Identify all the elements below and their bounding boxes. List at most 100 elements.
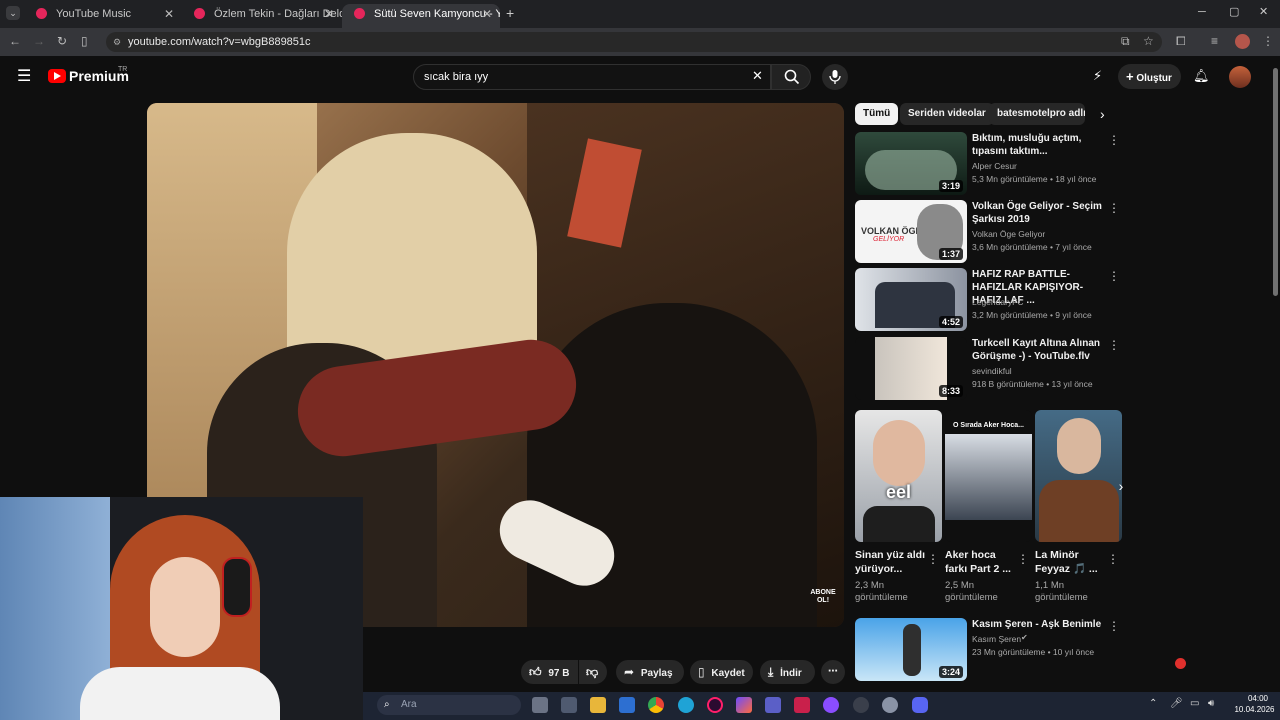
channel-name[interactable]: LegendaryFC <box>972 297 1024 307</box>
video-title[interactable]: Bıktım, musluğu açtım, tıpasını taktım..… <box>972 132 1108 158</box>
chips-next-icon[interactable]: › <box>1100 106 1105 122</box>
reload-icon[interactable]: ↻ <box>57 34 67 48</box>
clock-time[interactable]: 04:00 <box>1236 694 1280 703</box>
more-vert-icon[interactable]: ⋮ <box>1108 620 1120 632</box>
list-item[interactable]: 4:52 HAFIZ RAP BATTLE-HAFIZLAR KAPIŞIYOR… <box>855 268 1130 332</box>
reading-list-icon[interactable]: ≡ <box>1211 34 1218 48</box>
hamburger-menu-icon[interactable]: ☰ <box>17 69 31 85</box>
like-button[interactable]: 👍︎ 97 B <box>521 660 578 684</box>
back-icon[interactable]: ← <box>9 34 21 48</box>
subscribe-watermark[interactable]: ABONE OL! <box>807 589 839 605</box>
app-icon[interactable] <box>853 697 869 713</box>
install-icon[interactable]: ⧉ <box>1121 34 1130 48</box>
app-icon[interactable] <box>707 697 723 713</box>
tray-chevron-icon[interactable]: ⌃ <box>1149 698 1157 709</box>
short-title[interactable]: Sinan yüz aldı yürüyor... <box>855 548 929 576</box>
clear-search-icon[interactable]: ✕ <box>752 68 763 84</box>
scrollbar-thumb[interactable] <box>1273 68 1278 296</box>
more-vert-icon[interactable]: ⋮ <box>1108 134 1120 146</box>
chrome-icon[interactable] <box>648 697 664 713</box>
video-thumbnail[interactable]: VOLKAN ÖGE GELİYOR 1:37 <box>855 200 967 263</box>
channel-name[interactable]: Kasım Şeren <box>972 634 1021 644</box>
search-button[interactable] <box>771 64 811 90</box>
chip-series-videos[interactable]: Seriden videolar <box>900 103 994 125</box>
site-info-icon[interactable]: ⚙ <box>113 32 121 52</box>
short-thumbnail[interactable]: eel <box>855 410 942 542</box>
menu-icon[interactable]: ⋮ <box>1262 34 1274 48</box>
tab-youtube-music[interactable]: YouTube Music ✕ <box>24 4 182 28</box>
short-thumbnail[interactable]: O Sırada Aker Hoca... <box>945 410 1032 542</box>
sidebar-icon[interactable]: ▯ <box>81 34 88 48</box>
more-actions-button[interactable]: ⋯ <box>821 660 845 684</box>
chip-channel[interactable]: batesmotelpro adlı yü <box>989 103 1085 125</box>
channel-name[interactable]: Volkan Öge Geliyor <box>972 229 1045 239</box>
channel-name[interactable]: Alper Cesur <box>972 161 1017 171</box>
tray-network-icon[interactable]: ▭ <box>1190 698 1199 709</box>
clock-date[interactable]: 10.04.2026 <box>1229 705 1280 714</box>
more-vert-icon[interactable]: ⋮ <box>1108 339 1120 351</box>
close-tab-icon[interactable]: ✕ <box>164 4 174 24</box>
cast-icon[interactable]: ⚡ <box>1093 68 1102 84</box>
tray-volume-icon[interactable]: 🔊︎ <box>1208 698 1214 709</box>
bookmark-star-icon[interactable]: ☆ <box>1143 34 1154 48</box>
youtube-logo[interactable] <box>48 69 66 83</box>
shorts-next-icon[interactable]: › <box>1112 478 1130 500</box>
more-vert-icon[interactable]: ⋮ <box>1107 552 1119 566</box>
file-explorer-icon[interactable] <box>590 697 606 713</box>
channel-name[interactable]: sevindikful <box>972 366 1012 376</box>
app-icon[interactable] <box>823 697 839 713</box>
list-item[interactable]: VOLKAN ÖGE GELİYOR 1:37 Volkan Öge Geliy… <box>855 200 1130 264</box>
tab-sutu-seven-kamyoncu[interactable]: Sütü Seven Kamyoncu - YouTub ✕ <box>342 4 500 28</box>
share-button[interactable]: ➦ Paylaş <box>616 660 684 684</box>
list-item[interactable]: 3:19 Bıktım, musluğu açtım, tıpasını tak… <box>855 132 1130 196</box>
maximize-icon[interactable]: ▢ <box>1229 5 1239 18</box>
save-button[interactable]: ▯ Kaydet <box>690 660 753 684</box>
chip-all[interactable]: Tümü <box>855 103 899 125</box>
video-thumbnail[interactable]: 8:33 <box>855 337 967 400</box>
minimize-icon[interactable]: ─ <box>1198 6 1206 18</box>
short-title[interactable]: Aker hoca farkı Part 2 ... <box>945 548 1019 576</box>
discord-icon[interactable] <box>912 697 928 713</box>
more-vert-icon[interactable]: ⋮ <box>1017 552 1029 566</box>
tab-search-icon[interactable]: ⌄ <box>6 6 20 20</box>
close-tab-icon[interactable]: ✕ <box>482 4 492 24</box>
more-vert-icon[interactable]: ⋮ <box>927 552 939 566</box>
search-input[interactable]: sıcak bira ıyy <box>413 64 771 90</box>
store-icon[interactable] <box>619 697 635 713</box>
close-tab-icon[interactable]: ✕ <box>324 4 334 24</box>
list-item[interactable]: 3:24 Kasım Şeren - Aşk Benimle Kasım Şer… <box>855 618 1130 682</box>
widgets-icon[interactable] <box>561 697 577 713</box>
teams-icon[interactable] <box>765 697 781 713</box>
short-thumbnail[interactable] <box>1035 410 1122 542</box>
tab-ozlem-tekin[interactable]: Özlem Tekin - Dağları Deldim - ✕ <box>182 4 342 28</box>
task-view-icon[interactable] <box>532 697 548 713</box>
app-icon[interactable] <box>736 697 752 713</box>
app-icon[interactable] <box>794 697 810 713</box>
settings-icon[interactable] <box>882 697 898 713</box>
profile-avatar[interactable] <box>1235 34 1250 49</box>
download-button[interactable]: ⤓ İndir <box>760 660 815 684</box>
extensions-icon[interactable]: ⧠ <box>1176 34 1186 48</box>
edge-icon[interactable] <box>678 697 694 713</box>
more-vert-icon[interactable]: ⋮ <box>1108 270 1120 282</box>
notifications-bell-icon[interactable]: 🔔︎ <box>1193 68 1210 84</box>
video-title[interactable]: Turkcell Kayıt Altına Alınan Görüşme -) … <box>972 337 1108 363</box>
voice-search-button[interactable] <box>822 64 848 90</box>
short-title[interactable]: La Minör Feyyaz 🎵 ... <box>1035 548 1109 576</box>
tray-mic-icon[interactable]: 🎤︎ <box>1170 698 1183 709</box>
close-window-icon[interactable]: ✕ <box>1259 5 1268 18</box>
forward-icon[interactable]: → <box>33 34 45 48</box>
video-thumbnail[interactable]: 3:24 <box>855 618 967 681</box>
account-avatar[interactable] <box>1229 66 1251 88</box>
video-title[interactable]: Volkan Öge Geliyor - Seçim Şarkısı 2019 <box>972 200 1108 226</box>
list-item[interactable]: 8:33 Turkcell Kayıt Altına Alınan Görüşm… <box>855 337 1130 401</box>
video-thumbnail[interactable]: 4:52 <box>855 268 967 331</box>
video-thumbnail[interactable]: 3:19 <box>855 132 967 195</box>
taskbar-search[interactable]: ⌕ Ara <box>377 695 521 715</box>
address-bar[interactable]: ⚙ youtube.com/watch?v=wbgB889851c <box>106 32 1162 52</box>
create-button[interactable]: + Oluştur <box>1118 64 1181 89</box>
more-vert-icon[interactable]: ⋮ <box>1108 202 1120 214</box>
dislike-button[interactable]: 👎︎ <box>579 660 607 684</box>
video-title[interactable]: Kasım Şeren - Aşk Benimle <box>972 618 1108 631</box>
new-tab-icon[interactable]: + <box>506 5 514 21</box>
